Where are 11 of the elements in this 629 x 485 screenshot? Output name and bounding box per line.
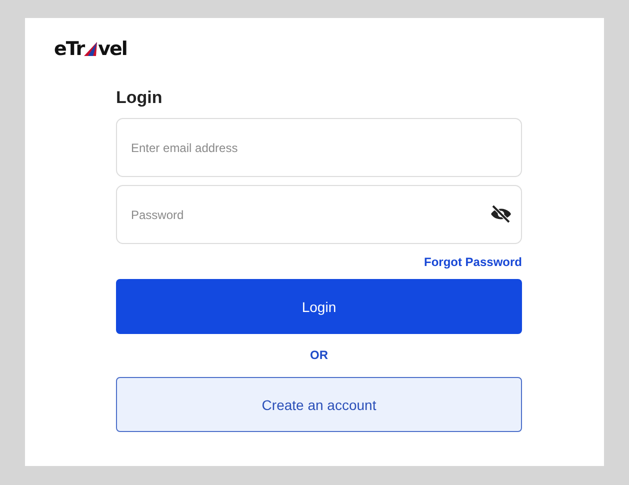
- create-account-button[interactable]: Create an account: [116, 377, 522, 432]
- logo-text: eTr: [54, 38, 84, 60]
- forgot-password-link[interactable]: Forgot Password: [424, 255, 522, 269]
- eye-slash-icon[interactable]: [490, 205, 512, 223]
- login-heading: Login: [116, 88, 164, 109]
- email-field[interactable]: Enter email address: [116, 118, 522, 177]
- logo-icon: [84, 41, 98, 57]
- or-separator: OR: [310, 348, 328, 362]
- password-field[interactable]: Password: [116, 185, 522, 244]
- logo-text: vel: [98, 38, 127, 60]
- login-button[interactable]: Login: [116, 279, 522, 334]
